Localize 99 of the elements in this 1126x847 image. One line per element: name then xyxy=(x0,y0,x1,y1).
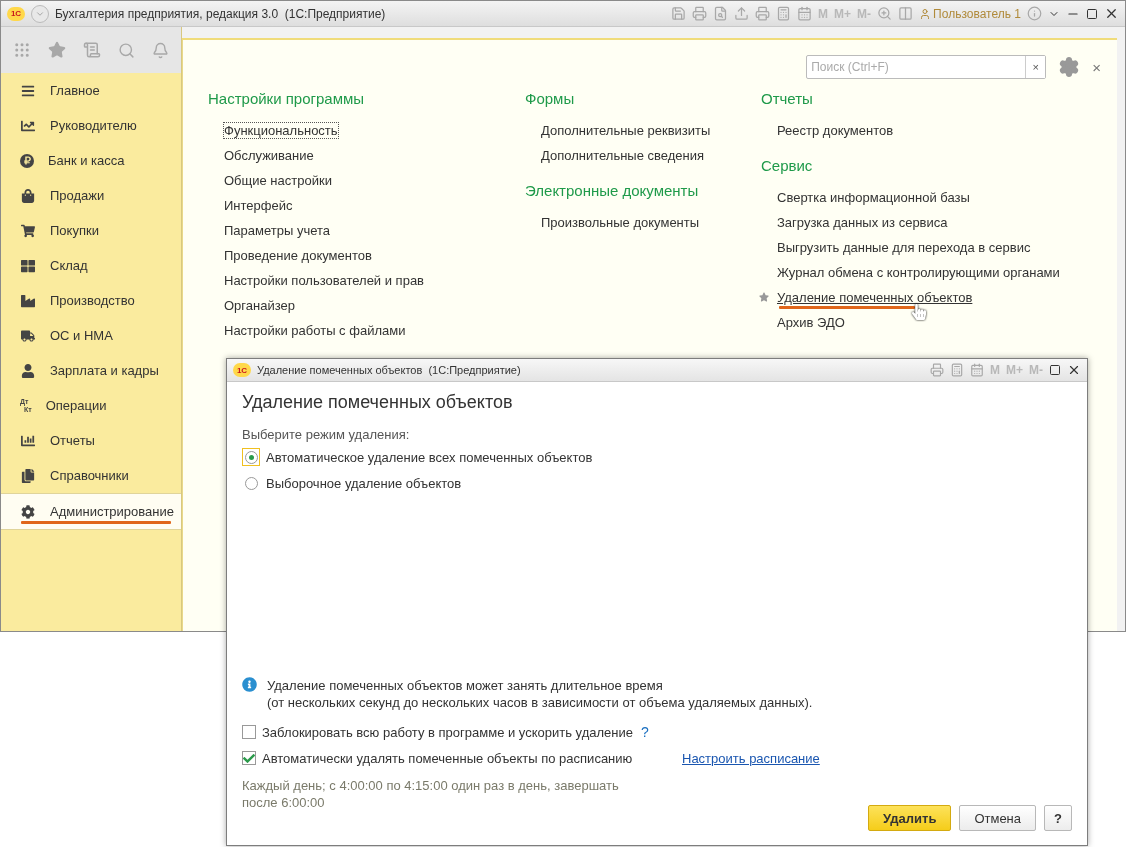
cart-icon xyxy=(20,223,36,238)
schedule-text: Каждый день; с 4:00:00 по 4:15:00 один раз в день, завершать после 6:00:00 xyxy=(242,777,620,811)
factory-icon xyxy=(20,293,36,308)
panel-link[interactable]: Настройки пользователей и прав xyxy=(224,273,425,288)
settings-icon[interactable] xyxy=(1058,56,1081,78)
sidebar-item[interactable]: Руководителю xyxy=(1,108,181,143)
close-icon[interactable] xyxy=(1104,6,1119,21)
panel-link[interactable]: Дополнительные сведения xyxy=(541,148,705,163)
columns-icon[interactable] xyxy=(898,6,914,21)
bar-chart-icon xyxy=(20,433,36,448)
documents-icon xyxy=(20,468,36,483)
checkbox[interactable] xyxy=(242,751,256,765)
sidebar-item[interactable]: Банк и касса xyxy=(1,143,181,178)
panel-link[interactable]: Свертка информационной базы xyxy=(777,190,970,205)
sidebar-item[interactable]: Продажи xyxy=(1,178,181,213)
section-title: Сервис xyxy=(761,157,814,176)
close-button[interactable]: × xyxy=(1092,58,1101,76)
checkbox[interactable] xyxy=(242,725,256,739)
settings-icon xyxy=(20,504,36,519)
section-title: Формы xyxy=(525,90,576,109)
sidebar-item[interactable]: ОС и НМА xyxy=(1,318,181,353)
panel-link[interactable]: Произвольные документы xyxy=(541,215,700,230)
panel-link[interactable]: Параметры учета xyxy=(224,223,331,238)
panel-link[interactable]: Дополнительные реквизиты xyxy=(541,123,711,138)
field-label: Выберите режим удаления: xyxy=(242,427,411,442)
scroll-icon[interactable] xyxy=(83,41,101,59)
print-icon[interactable] xyxy=(755,6,771,21)
panel-link[interactable]: Проведение документов xyxy=(224,248,372,263)
person-icon xyxy=(20,363,36,378)
app-logo: 1С xyxy=(7,6,25,21)
menu-icon xyxy=(20,83,36,98)
ruble-coin-icon xyxy=(20,153,34,168)
sidebar-item[interactable]: Производство xyxy=(1,283,181,318)
star-icon[interactable] xyxy=(759,292,769,302)
panel-link[interactable]: Настройки работы с файлами xyxy=(224,323,406,338)
checkbox-label: Автоматически удалять помеченные объекты по расписанию xyxy=(262,750,634,766)
close-icon[interactable] xyxy=(1067,363,1081,377)
star-icon[interactable] xyxy=(48,41,67,59)
window-title: Бухгалтерия предприятия, редакция 3.0 (1С:Предприятие) xyxy=(55,6,386,21)
panel-link[interactable]: Органайзер xyxy=(224,298,295,313)
panel-link[interactable]: Удаление помеченных объектов xyxy=(777,290,973,305)
zoom-icon[interactable] xyxy=(877,6,893,21)
help-button[interactable]: ? xyxy=(1044,805,1072,831)
sidebar-item[interactable]: Склад xyxy=(1,248,181,283)
search-icon[interactable] xyxy=(117,41,135,59)
clear-button[interactable]: × xyxy=(1025,56,1046,78)
calculator-icon[interactable] xyxy=(950,363,964,377)
upload-icon[interactable] xyxy=(734,6,750,21)
calculator-icon[interactable] xyxy=(776,6,792,21)
radio-label: Выборочное удаление объектов xyxy=(266,475,462,491)
cancel-button[interactable]: Отмена xyxy=(959,805,1037,831)
sidebar-item[interactable]: Справочники xyxy=(1,458,181,493)
radio-label: Автоматическое удаление всех помеченных объектов xyxy=(266,449,593,465)
chart-line-icon xyxy=(20,118,36,133)
help-link[interactable]: ? xyxy=(641,724,649,740)
delete-button[interactable]: Удалить xyxy=(868,805,952,831)
truck-icon xyxy=(20,328,36,343)
preview-icon[interactable] xyxy=(713,6,729,21)
search-field[interactable]: Поиск (Ctrl+F) × xyxy=(806,55,1047,79)
panel-link[interactable]: Общие настройки xyxy=(224,173,332,188)
print-icon[interactable] xyxy=(692,6,708,21)
dialog-heading: Удаление помеченных объектов xyxy=(242,392,514,413)
sidebar-item[interactable]: Администрирование xyxy=(1,493,181,530)
radio-button[interactable] xyxy=(242,448,260,466)
info-icon xyxy=(242,677,257,692)
dialog-title: Удаление помеченных объектов (1С:Предприятие) xyxy=(257,364,521,376)
bag-icon xyxy=(20,188,36,203)
section-title: Отчеты xyxy=(761,90,814,109)
maximize-icon[interactable] xyxy=(1049,364,1061,376)
checkbox-label: Заблокировать всю работу в программе и ускорить удаление xyxy=(262,724,633,740)
panel-link[interactable]: Интерфейс xyxy=(224,198,293,213)
grid-icon[interactable] xyxy=(13,41,32,59)
user-icon xyxy=(919,7,932,20)
info-icon[interactable] xyxy=(1027,6,1042,21)
sidebar-item[interactable]: Зарплата и кадры xyxy=(1,353,181,388)
section-title: Электронные документы xyxy=(525,182,700,201)
panel-link[interactable]: Загрузка данных из сервиса xyxy=(777,215,948,230)
panel-link[interactable]: Обслуживание xyxy=(224,148,314,163)
save-icon[interactable] xyxy=(671,6,687,21)
calendar-icon[interactable] xyxy=(970,363,984,377)
panel-link[interactable]: Функциональность xyxy=(224,123,338,138)
info-text: Удаление помеченных объектов может занять длительное время (от нескольких секунд до нескольких часов в зависимости от объема удаляемых данных). xyxy=(267,677,813,711)
app-logo: 1С xyxy=(233,363,251,377)
schedule-link[interactable]: Настроить расписание xyxy=(682,750,820,766)
hand-cursor-icon xyxy=(911,304,927,320)
section-title: Настройки программы xyxy=(208,90,366,109)
sidebar-item[interactable]: Главное xyxy=(1,73,181,108)
menu-dropdown-icon[interactable] xyxy=(31,4,49,23)
bell-icon[interactable] xyxy=(151,41,169,59)
panel-link[interactable]: Журнал обмена с контролирующими органами xyxy=(777,265,1060,280)
grid-icon xyxy=(20,258,36,273)
panel-link[interactable]: Реестр документов xyxy=(777,123,894,138)
sidebar-item[interactable]: Отчеты xyxy=(1,423,181,458)
panel-link[interactable]: Выгрузить данные для перехода в сервис xyxy=(777,240,1031,255)
print-icon[interactable] xyxy=(930,363,944,377)
calendar-icon[interactable] xyxy=(797,6,813,21)
maximize-icon[interactable] xyxy=(1086,7,1098,20)
sidebar-item[interactable]: Покупки xyxy=(1,213,181,248)
panel-link[interactable]: Архив ЭДО xyxy=(777,315,845,330)
